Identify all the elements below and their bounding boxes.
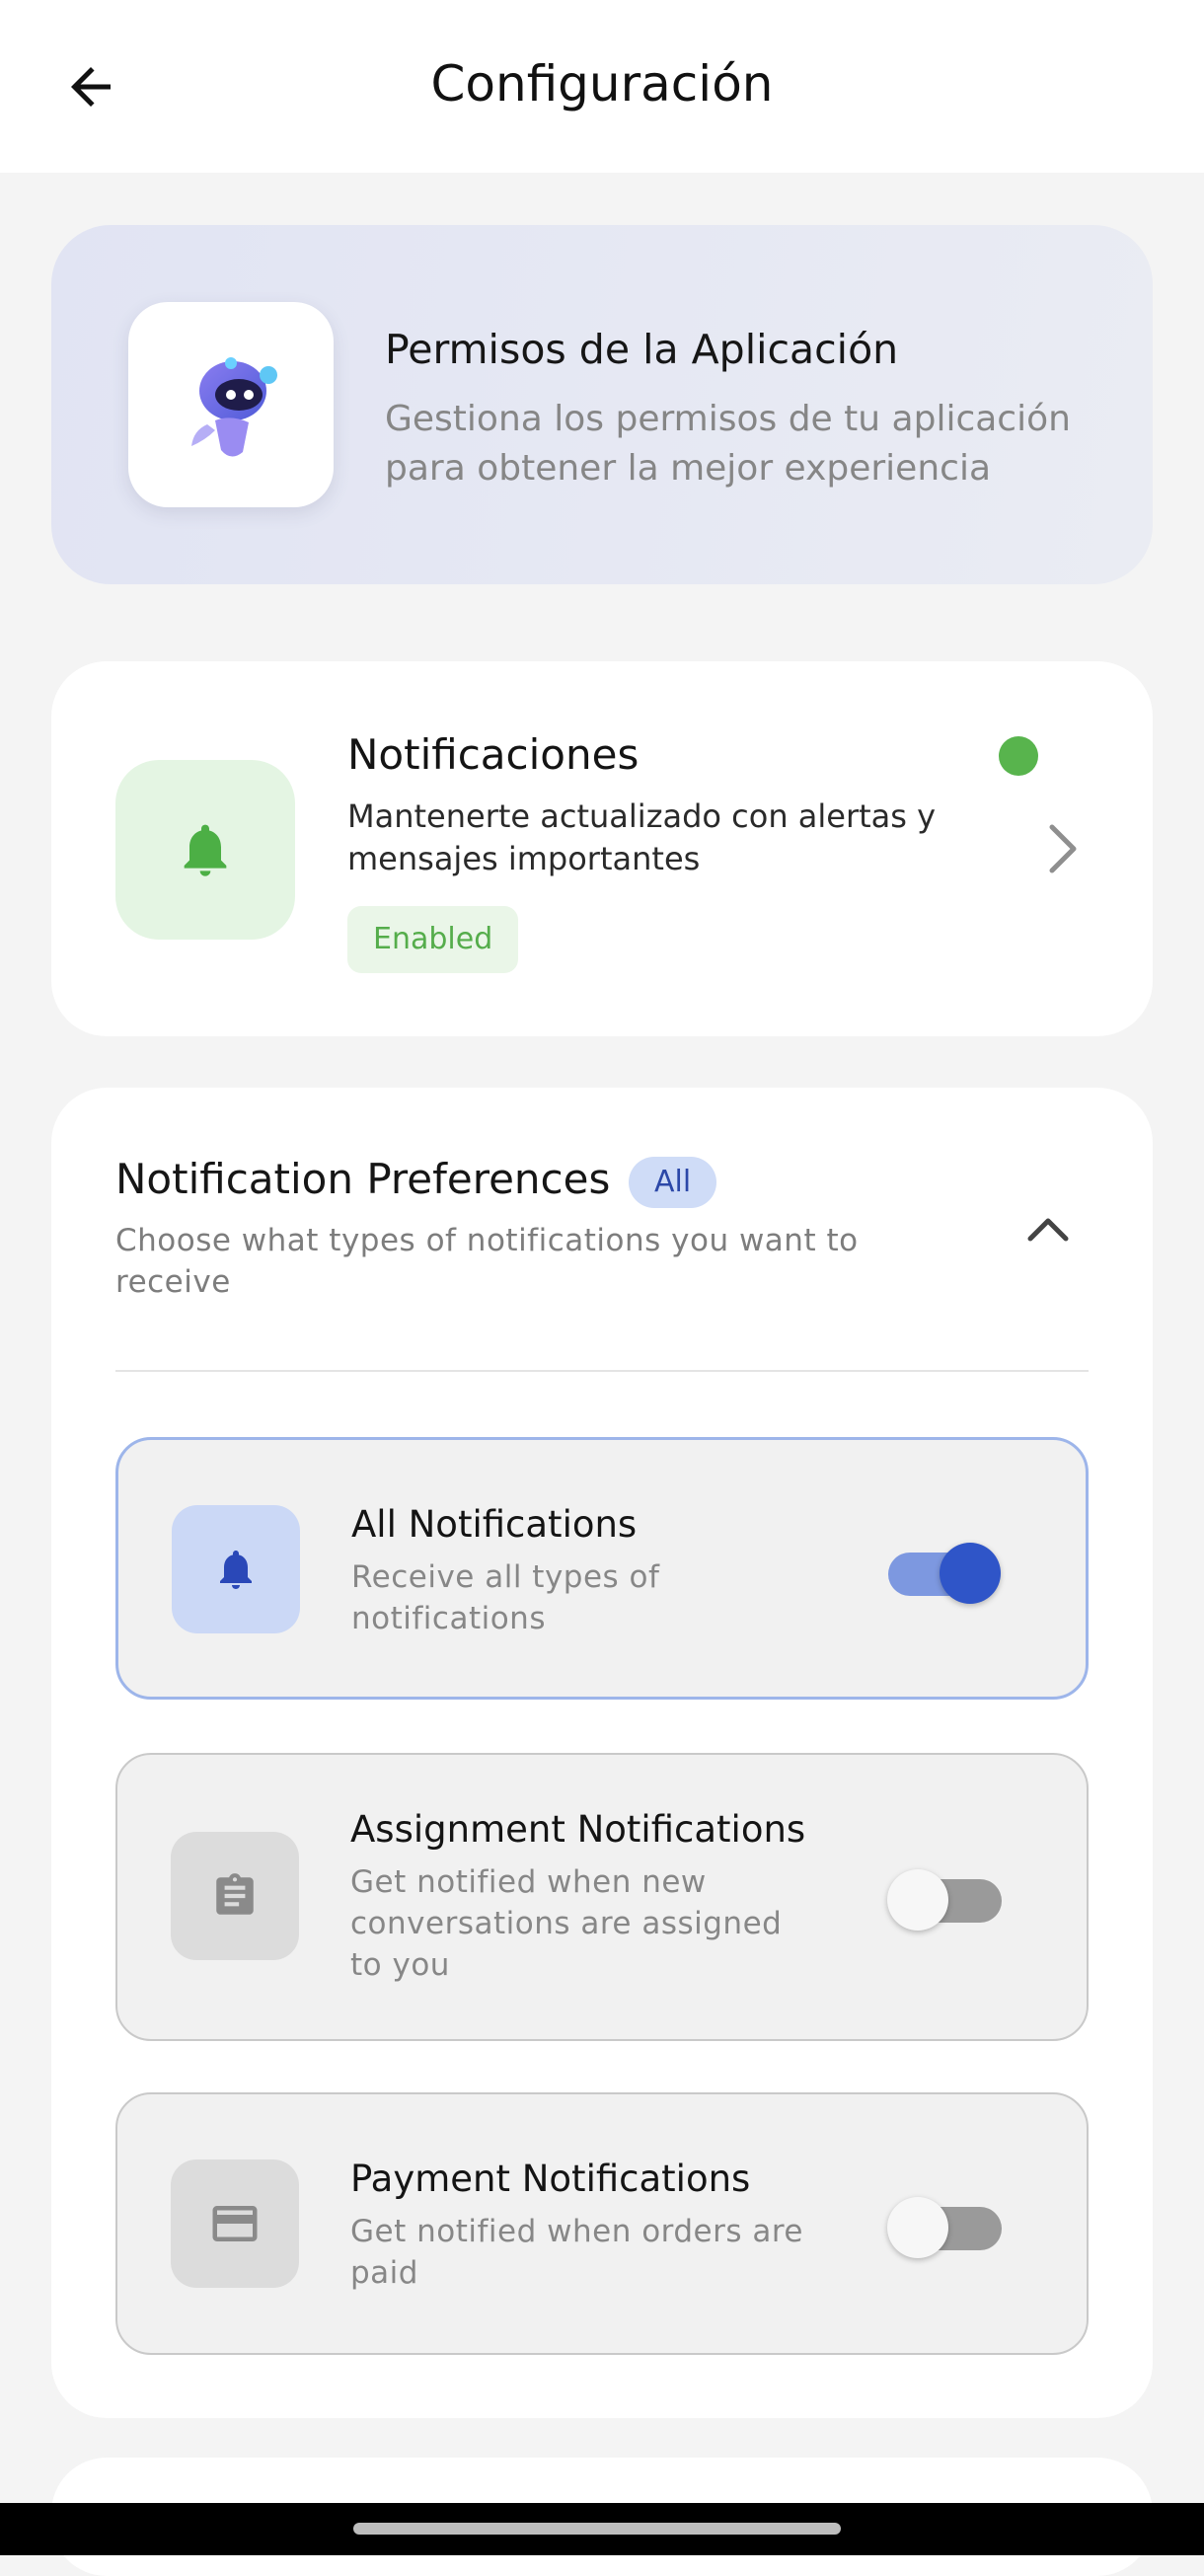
all-notifications-toggle[interactable] xyxy=(888,1539,1007,1604)
notifications-icon-box xyxy=(115,760,295,940)
preferences-title: Notification Preferences xyxy=(115,1155,611,1203)
status-badge: Enabled xyxy=(347,906,519,973)
status-indicator-dot xyxy=(999,736,1038,776)
option-description: Get notified when orders are paid xyxy=(350,2214,803,2291)
option-all-notifications[interactable]: All Notifications Receive all types of n… xyxy=(115,1437,1089,1700)
bell-icon xyxy=(220,1551,252,1589)
option-description: Receive all types of notifications xyxy=(351,1559,660,1636)
divider xyxy=(115,1370,1089,1372)
toggle-thumb xyxy=(940,1543,1001,1604)
notifications-description: Mantenerte actualizado con alertas y men… xyxy=(347,797,937,877)
chevron-up-icon xyxy=(1027,1218,1069,1242)
option-icon-box xyxy=(171,1832,299,1960)
banner-description: Gestiona los permisos de tu aplicación p… xyxy=(385,399,1071,489)
payment-notifications-toggle[interactable] xyxy=(887,2193,1006,2258)
toggle-thumb xyxy=(887,2197,948,2258)
clipboard-icon xyxy=(216,1873,254,1915)
option-title: Payment Notifications xyxy=(350,2158,751,2200)
banner-title: Permisos de la Aplicación xyxy=(385,326,899,373)
preferences-badge: All xyxy=(629,1157,717,1208)
app-bar: Configuración xyxy=(0,0,1204,173)
preferences-description: Choose what types of notifications you w… xyxy=(115,1223,859,1300)
option-title: Assignment Notifications xyxy=(350,1808,806,1851)
chevron-right-icon[interactable] xyxy=(1038,819,1088,878)
page-title: Configuración xyxy=(430,55,774,113)
system-navigation-bar xyxy=(0,2503,1204,2555)
notifications-title: Notificaciones xyxy=(347,730,640,779)
assignment-notifications-toggle[interactable] xyxy=(887,1865,1006,1931)
collapse-button[interactable] xyxy=(1018,1204,1078,1253)
option-icon-box xyxy=(171,2159,299,2288)
option-description: Get notified when new conversations are … xyxy=(350,1864,783,1983)
notification-preferences-card: Notification Preferences All Choose what… xyxy=(51,1088,1153,2418)
notifications-permission-card[interactable]: Notificaciones Mantenerte actualizado co… xyxy=(51,661,1153,1036)
bell-icon xyxy=(184,824,227,876)
option-title: All Notifications xyxy=(351,1503,638,1546)
app-logo xyxy=(128,302,334,507)
credit-card-icon xyxy=(212,2206,258,2241)
toggle-thumb xyxy=(887,1869,948,1931)
option-assignment-notifications[interactable]: Assignment Notifications Get notified wh… xyxy=(115,1753,1089,2041)
option-payment-notifications[interactable]: Payment Notifications Get notified when … xyxy=(115,2092,1089,2355)
app-permissions-banner: Permisos de la Aplicación Gestiona los p… xyxy=(51,225,1153,584)
home-indicator[interactable] xyxy=(353,2523,841,2535)
option-icon-box xyxy=(172,1505,300,1633)
robot-mascot-icon xyxy=(191,357,277,457)
